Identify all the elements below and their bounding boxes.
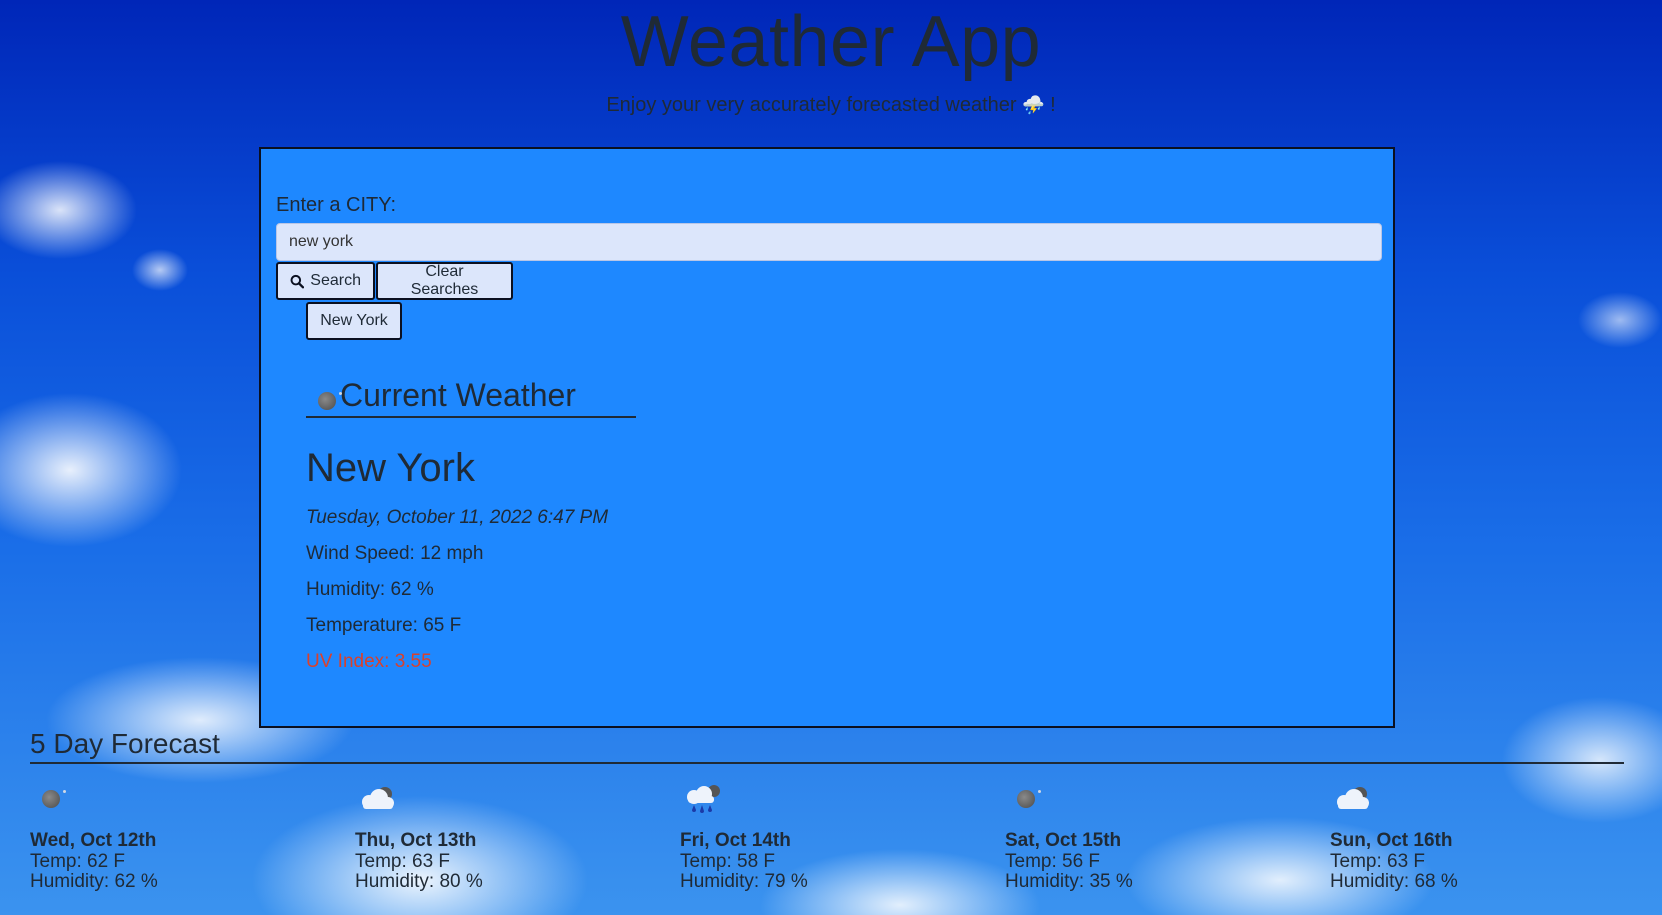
forecast-humidity: Humidity: 79 %: [680, 871, 808, 892]
forecast-date: Wed, Oct 12th: [30, 830, 157, 851]
subtitle-text: Enjoy your very accurately forecasted we…: [606, 94, 1017, 116]
search-panel: Enter a CITY: Search Clear Searches New …: [259, 147, 1395, 728]
humidity: Humidity: 62 %: [306, 579, 434, 600]
search-icon: [290, 274, 305, 288]
temperature: Temperature: 65 F: [306, 615, 462, 636]
forecast-heading: 5 Day Forecast: [30, 728, 1624, 764]
forecast-temp: Temp: 56 F: [1005, 851, 1101, 872]
forecast-humidity: Humidity: 62 %: [30, 871, 158, 892]
forecast-date: Sun, Oct 16th: [1330, 830, 1453, 851]
wind-speed: Wind Speed: 12 mph: [306, 543, 484, 564]
city-input[interactable]: [276, 223, 1382, 261]
forecast-date: Thu, Oct 13th: [355, 830, 477, 851]
history-item-new-york[interactable]: New York: [306, 302, 402, 340]
current-weather-heading: Current Weather: [306, 377, 636, 418]
current-weather-title: Current Weather: [340, 377, 576, 413]
forecast-day-1: Wed, Oct 12th Temp: 62 F Humidity: 62 %: [30, 782, 330, 892]
moon-icon: [1017, 790, 1041, 808]
current-city: New York: [306, 446, 475, 490]
storm-icon: ⛈️: [1022, 95, 1045, 116]
forecast-humidity: Humidity: 68 %: [1330, 871, 1458, 892]
forecast-date: Sat, Oct 15th: [1005, 830, 1122, 851]
cloud-icon: [362, 787, 394, 809]
moon-icon: [318, 391, 342, 410]
current-weather-section: Current Weather New York Tuesday, Octobe…: [306, 377, 636, 673]
rain-icon: [687, 785, 720, 813]
forecast-temp: Temp: 63 F: [355, 851, 451, 872]
forecast-humidity: Humidity: 35 %: [1005, 871, 1133, 892]
forecast-temp: Temp: 58 F: [680, 851, 776, 872]
city-label: Enter a CITY:: [276, 194, 397, 216]
forecast-day-5: Sun, Oct 16th Temp: 63 F Humidity: 68 %: [1330, 782, 1630, 892]
forecast-temp: Temp: 63 F: [1330, 851, 1426, 872]
subtitle-end: !: [1050, 94, 1056, 116]
forecast-day-4: Sat, Oct 15th Temp: 56 F Humidity: 35 %: [1005, 782, 1305, 892]
page-subtitle: Enjoy your very accurately forecasted we…: [0, 94, 1662, 117]
page-header: Weather App Enjoy your very accurately f…: [0, 0, 1662, 117]
forecast-day-2: Thu, Oct 13th Temp: 63 F Humidity: 80 %: [355, 782, 655, 892]
search-button-label: Search: [310, 272, 361, 289]
moon-icon: [42, 790, 66, 808]
search-button[interactable]: Search: [276, 262, 375, 300]
forecast-day-3: Fri, Oct 14th Temp: 58 F Humidity: 79 %: [680, 782, 980, 892]
forecast-temp: Temp: 62 F: [30, 851, 126, 872]
forecast-date: Fri, Oct 14th: [680, 830, 791, 851]
forecast-humidity: Humidity: 80 %: [355, 871, 483, 892]
page-title: Weather App: [620, 2, 1042, 82]
current-datetime: Tuesday, October 11, 2022 6:47 PM: [306, 507, 609, 528]
clear-searches-button[interactable]: Clear Searches: [376, 262, 513, 300]
cloud-icon: [1337, 787, 1369, 809]
uv-index: UV Index: 3.55: [306, 651, 432, 672]
